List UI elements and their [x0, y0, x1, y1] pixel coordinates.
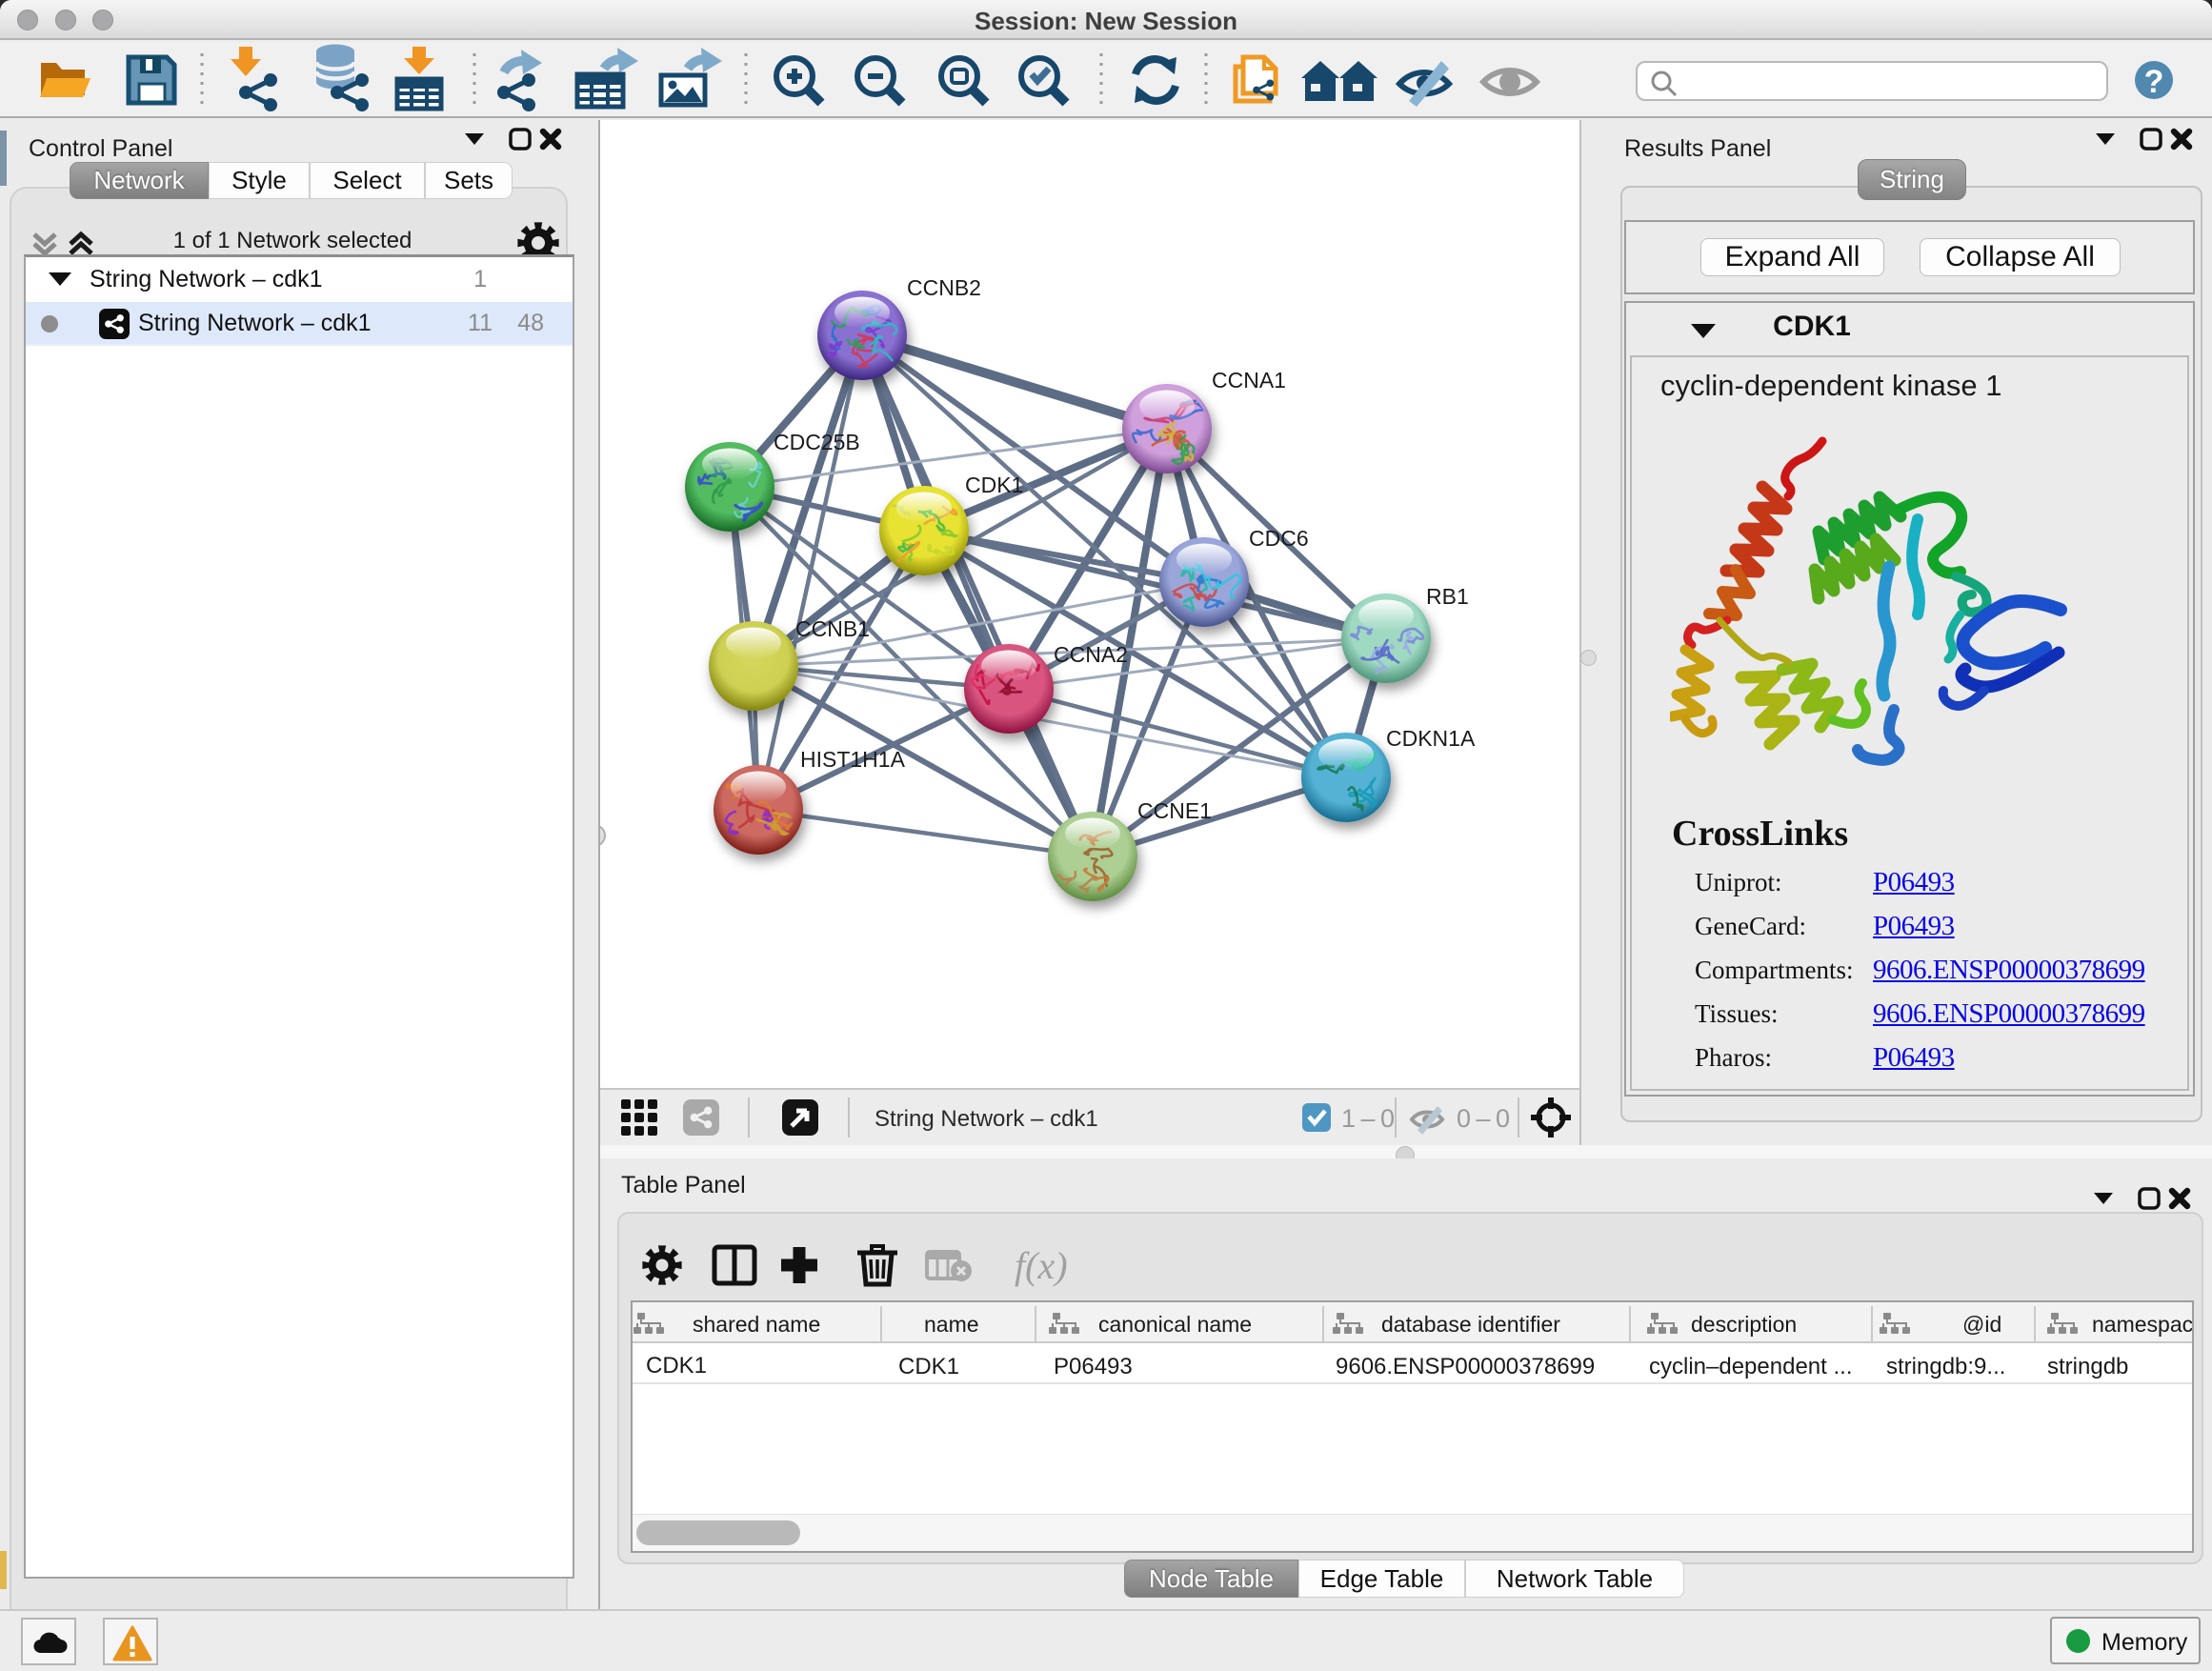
- svg-text:canonical name: canonical name: [1098, 1312, 1252, 1337]
- svg-text:9606.ENSP00000378699: 9606.ENSP00000378699: [1336, 1354, 1595, 1379]
- svg-text:stringdb:9...: stringdb:9...: [1886, 1354, 2005, 1379]
- svg-text:1 – 0: 1 – 0: [1341, 1104, 1394, 1133]
- svg-text:CCNA1: CCNA1: [1212, 368, 1286, 393]
- svg-text:CCNA2: CCNA2: [1054, 642, 1128, 667]
- svg-text:CDC25B: CDC25B: [774, 430, 860, 454]
- svg-text:CCNB1: CCNB1: [795, 616, 870, 641]
- svg-text:CCNE1: CCNE1: [1137, 798, 1212, 823]
- svg-text:String Network – cdk1: String Network – cdk1: [875, 1106, 1098, 1132]
- svg-text:@id: @id: [1962, 1312, 2001, 1337]
- svg-text:description: description: [1691, 1312, 1797, 1337]
- svg-text:CCNB2: CCNB2: [907, 275, 981, 300]
- svg-text:f(x): f(x): [1015, 1244, 1068, 1287]
- svg-text:CDK1: CDK1: [965, 473, 1023, 497]
- svg-text:CDK1: CDK1: [898, 1354, 959, 1379]
- svg-text:namespac: namespac: [2092, 1312, 2192, 1337]
- svg-text:0 – 0: 0 – 0: [1457, 1104, 1509, 1133]
- svg-text:P06493: P06493: [1054, 1354, 1133, 1379]
- svg-text:RB1: RB1: [1426, 584, 1469, 609]
- svg-text:shared name: shared name: [693, 1312, 820, 1337]
- svg-text:cyclin–dependent ...: cyclin–dependent ...: [1649, 1354, 1852, 1379]
- svg-text:name: name: [924, 1312, 979, 1337]
- svg-text:database identifier: database identifier: [1381, 1312, 1560, 1337]
- svg-text:stringdb: stringdb: [2047, 1354, 2128, 1379]
- svg-text:CDC6: CDC6: [1249, 526, 1309, 551]
- svg-text:?: ?: [2144, 64, 2164, 100]
- svg-text:HIST1H1A: HIST1H1A: [800, 747, 906, 772]
- svg-text:CDK1: CDK1: [646, 1353, 707, 1379]
- svg-text:CDKN1A: CDKN1A: [1386, 726, 1476, 751]
